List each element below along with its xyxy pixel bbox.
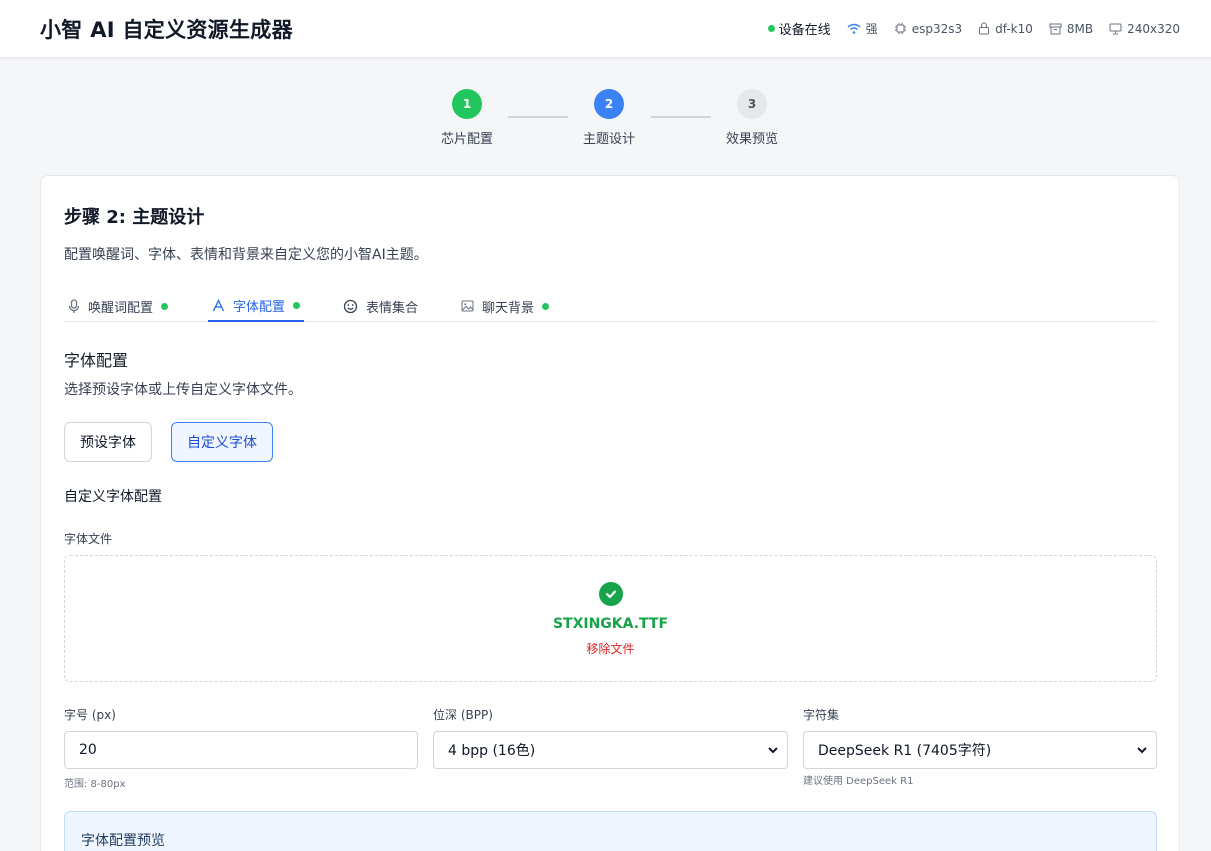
tab-label: 表情集合 [366,300,419,316]
tab-emoji[interactable]: 表情集合 [339,290,422,322]
tab-label: 字体配置 [233,299,286,315]
charset-selected-value: DeepSeek R1 (7405字符) [818,743,992,759]
theme-design-card: 步骤 2: 主题设计 配置唤醒词、字体、表情和背景来自定义您的小智AI主题。 唤… [40,175,1180,851]
custom-font-config-title: 自定义字体配置 [64,489,162,505]
font-file-dropzone[interactable]: STXINGKA.TTF 移除文件 [64,555,1157,682]
tab-font[interactable]: 字体配置 [208,290,305,322]
font-file-label: 字体文件 [64,532,113,546]
charset-select[interactable]: DeepSeek R1 (7405字符) [803,731,1157,769]
charset-label: 字符集 [803,708,840,722]
font-icon [212,298,225,311]
step-chip-config[interactable]: 1 芯片配置 [427,89,507,147]
preset-font-button[interactable]: 预设字体 [64,422,152,462]
font-size-label: 字号 (px) [64,708,116,722]
bpp-selected-value: 4 bpp (16色) [448,743,536,759]
progress-stepper: 1 芯片配置 2 主题设计 3 效果预览 [0,89,1211,149]
step-label: 效果预览 [725,132,778,147]
step-connector [508,116,568,118]
font-size-hint: 范围: 8-80px [64,779,126,790]
preview-title: 字体配置预览 [81,833,165,849]
chip-icon [894,23,906,34]
chevron-down-icon [1137,747,1147,754]
image-icon [461,300,474,312]
step-number: 3 [737,89,767,119]
step-label: 主题设计 [582,132,635,147]
chevron-down-icon [768,747,778,754]
check-circle-icon [599,582,623,606]
step-number: 2 [594,89,624,119]
font-section-description: 选择预设字体或上传自定义字体文件。 [64,382,302,398]
tab-label: 聊天背景 [482,300,535,316]
card-description: 配置唤醒词、字体、表情和背景来自定义您的小智AI主题。 [64,247,428,263]
remove-file-label[interactable]: 移除文件 [586,642,634,656]
complete-dot-icon [293,301,301,309]
theme-tabs: 唤醒词配置 字体配置 表情集合 聊天背景 [64,290,1157,322]
charset-hint: 建议使用 DeepSeek R1 [803,776,914,787]
tab-wake-word[interactable]: 唤醒词配置 [64,290,172,322]
smile-icon [343,299,358,313]
top-bar: 小智 AI 自定义资源生成器 设备在线 强 esp32s3 df-k10 8MB… [0,0,1211,58]
step-theme-design[interactable]: 2 主题设计 [569,89,649,147]
uploaded-file-name: STXINGKA.TTF [552,616,669,632]
tab-chat-background[interactable]: 聊天背景 [457,290,553,322]
online-status: 设备在线 [767,19,831,38]
wifi-icon [847,23,861,34]
custom-font-button[interactable]: 自定义字体 [171,422,273,462]
app-title: 小智 AI 自定义资源生成器 [40,18,293,42]
lock-icon [979,22,990,35]
font-config-preview: 字体配置预览 [64,811,1157,851]
remove-file-link[interactable]: 移除文件 [65,640,1156,657]
board-status: df-k10 [978,22,1033,36]
bpp-label: 位深 (BPP) [433,708,493,722]
device-status: 设备在线 强 esp32s3 df-k10 8MB 240x320 [767,19,1180,38]
chip-status: esp32s3 [894,22,962,36]
font-section-title: 字体配置 [64,351,129,370]
step-label: 芯片配置 [440,132,493,147]
complete-dot-icon [542,302,550,310]
microphone-icon [68,298,80,313]
bpp-select[interactable]: 4 bpp (16色) [433,731,788,769]
monitor-icon [1109,23,1122,34]
tab-label: 唤醒词配置 [88,300,154,316]
step-preview[interactable]: 3 效果预览 [712,89,792,147]
wifi-status: 强 [847,20,878,37]
online-dot-icon [767,25,775,32]
font-size-input[interactable]: 20 [64,731,418,769]
archive-icon [1049,23,1062,34]
complete-dot-icon [161,302,169,310]
flash-status: 8MB [1049,22,1093,36]
step-number: 1 [452,89,482,119]
step-connector [651,116,711,118]
resolution-status: 240x320 [1109,22,1180,36]
card-title: 步骤 2: 主题设计 [64,207,205,228]
